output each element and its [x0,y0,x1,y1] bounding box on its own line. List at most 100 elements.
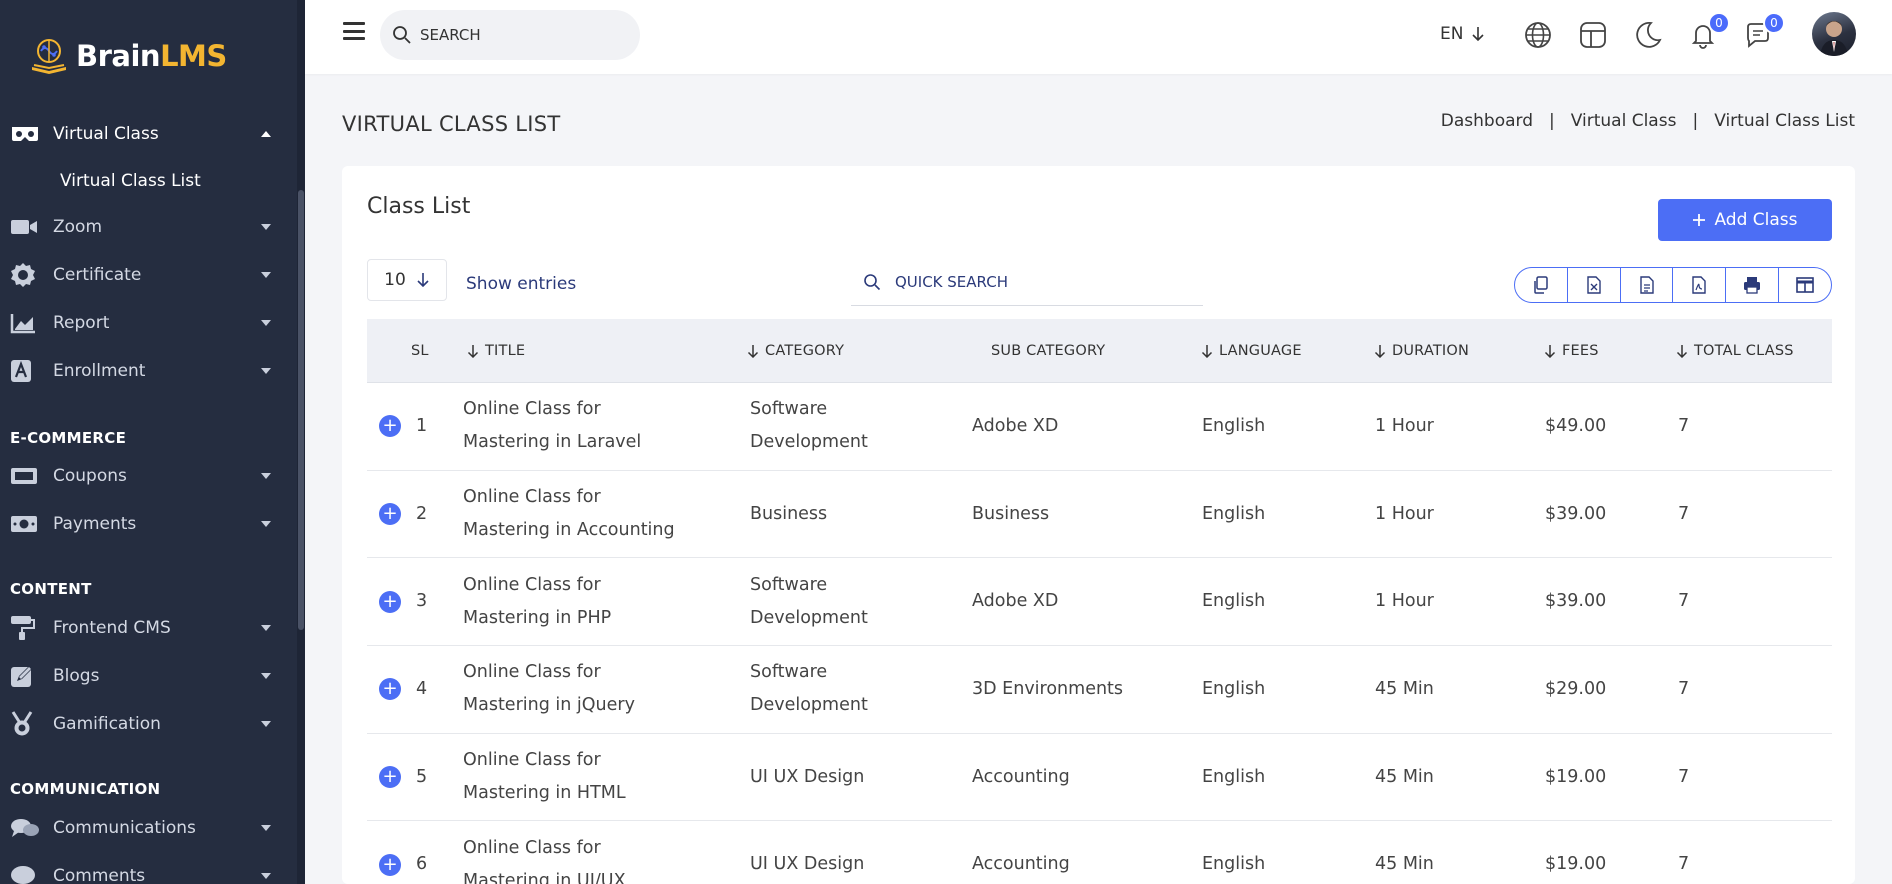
expand-row-plus-icon[interactable]: + [379,503,401,526]
global-search[interactable] [380,10,640,60]
column-header-sl[interactable]: SL [411,343,429,359]
search-input[interactable] [420,26,620,44]
caret-down-icon [261,320,271,326]
sidebar-item-gamification[interactable]: Gamification [0,704,297,744]
globe-icon[interactable] [1523,20,1553,50]
column-header-total-class[interactable]: TOTAL CLASS [1676,343,1794,359]
expand-row-plus-icon[interactable]: + [379,853,401,876]
quick-search-input[interactable] [895,272,1175,291]
messages-icon[interactable]: 0 [1743,12,1785,50]
sidebar-item-blogs[interactable]: Blogs [0,656,297,696]
language-selector[interactable]: EN [1440,24,1485,44]
cell-title[interactable]: Online Class for Mastering in PHP [463,569,611,635]
cell-sub-category: Business [972,503,1050,524]
column-visibility-button[interactable] [1779,268,1831,302]
sidebar-item-comments[interactable]: Comments [0,856,297,884]
table-row[interactable]: + 2 Online Class for Mastering in Accoun… [367,471,1832,559]
sidebar-item-communications[interactable]: Communications [0,808,297,848]
cell-title[interactable]: Online Class for Mastering in HTML [463,744,626,810]
notification-bell-icon[interactable]: 0 [1688,12,1730,50]
language-label: EN [1440,24,1464,44]
layout-icon[interactable] [1578,20,1608,50]
cell-category-line2: Development [750,432,868,453]
entries-label: Show entries [466,274,577,294]
column-header-sub-category[interactable]: SUB CATEGORY [991,343,1105,359]
print-button[interactable] [1726,268,1780,302]
column-header-label: LANGUAGE [1219,342,1302,359]
sidebar-item-report[interactable]: Report [0,303,297,343]
sidebar-item-frontend-cms[interactable]: Frontend CMS [0,608,297,648]
csv-export-button[interactable] [1621,268,1674,302]
sidebar-item-coupons[interactable]: Coupons [0,456,297,496]
cell-title-line1: Online Class for [463,574,601,595]
column-header-duration[interactable]: DURATION [1374,343,1469,359]
cell-category: Software Development [750,569,868,635]
cell-fees: $49.00 [1545,415,1607,436]
sidebar-scrollbar[interactable] [297,0,305,884]
brain-book-icon [32,39,66,74]
column-header-fees[interactable]: FEES [1544,343,1599,359]
sidebar-item-virtual-class[interactable]: Virtual Class [0,114,297,154]
cell-title[interactable]: Online Class for Mastering in Laravel [463,393,641,459]
sidebar: BrainLMS Virtual Class Virtual Class Lis… [0,0,305,884]
column-header-label: SL [411,342,429,359]
medal-icon [10,711,42,736]
cell-language: English [1202,415,1266,436]
table-row[interactable]: + 5 Online Class for Mastering in HTML U… [367,734,1832,822]
expand-row-plus-icon[interactable]: + [379,415,401,438]
user-avatar[interactable] [1812,12,1856,56]
excel-export-button[interactable] [1568,268,1621,302]
breadcrumb: Dashboard | Virtual Class | Virtual Clas… [1441,111,1855,131]
sidebar-item-label: Frontend CMS [53,618,171,638]
caret-down-icon [261,224,271,230]
table-row[interactable]: + 4 Online Class for Mastering in jQuery… [367,646,1832,734]
sidebar-item-payments[interactable]: Payments [0,504,297,544]
caret-down-icon [261,521,271,527]
sort-arrow-icon [1676,344,1688,358]
cell-category-line1: Business [750,503,828,524]
cell-title[interactable]: Online Class for Mastering in jQuery [463,656,635,722]
column-header-category[interactable]: CATEGORY [747,343,844,359]
menu-toggle-icon[interactable] [343,22,365,40]
copy-button[interactable] [1515,268,1568,302]
enrollment-icon [10,359,42,383]
pdf-export-button[interactable] [1673,268,1727,302]
cell-total-class: 7 [1678,854,1690,875]
cell-title-line2: Mastering in UI/UX [463,870,626,884]
cell-sl: 2 [416,503,428,524]
expand-row-plus-icon[interactable]: + [379,766,401,789]
cell-title[interactable]: Online Class for Mastering in UI/UX [463,832,626,884]
breadcrumb-item-dashboard[interactable]: Dashboard [1441,111,1533,131]
cell-title[interactable]: Online Class for Mastering in Accounting [463,481,675,547]
sidebar-item-enrollment[interactable]: Enrollment [0,351,297,391]
cell-duration: 1 Hour [1375,415,1434,436]
add-class-button-label: Add Class [1714,210,1798,230]
breadcrumb-item-virtual-class[interactable]: Virtual Class [1571,111,1677,131]
column-header-language[interactable]: LANGUAGE [1201,343,1302,359]
sidebar-item-zoom[interactable]: Zoom [0,207,297,247]
expand-row-plus-icon[interactable]: + [379,590,401,613]
dark-mode-moon-icon[interactable] [1633,20,1663,50]
brand-logo[interactable]: BrainLMS [28,34,227,78]
table-row[interactable]: + 3 Online Class for Mastering in PHP So… [367,558,1832,647]
quick-search[interactable] [851,258,1203,306]
column-header-label: SUB CATEGORY [991,342,1106,359]
cell-language: English [1202,854,1266,875]
entries-value: 10 [384,270,406,290]
add-class-button[interactable]: Add Class [1658,199,1832,241]
cell-total-class: 7 [1678,415,1690,436]
caret-down-icon [261,721,271,727]
sidebar-item-label: Virtual Class [53,124,159,144]
caret-down-icon [261,473,271,479]
table-row[interactable]: + 6 Online Class for Mastering in UI/UX … [367,821,1832,884]
sidebar-item-certificate[interactable]: Certificate [0,255,297,295]
caret-down-icon [261,368,271,374]
column-header-title[interactable]: TITLE [467,343,525,359]
table-row[interactable]: + 1 Online Class for Mastering in Larave… [367,383,1832,471]
sidebar-scrollbar-thumb[interactable] [298,190,304,630]
sidebar-subitem-virtual-class-list[interactable]: Virtual Class List [60,171,201,191]
entries-per-page-select[interactable]: 10 [367,259,447,301]
expand-row-plus-icon[interactable]: + [379,678,401,701]
sort-arrow-icon [1374,344,1386,358]
cell-title-line2: Mastering in jQuery [463,695,635,716]
